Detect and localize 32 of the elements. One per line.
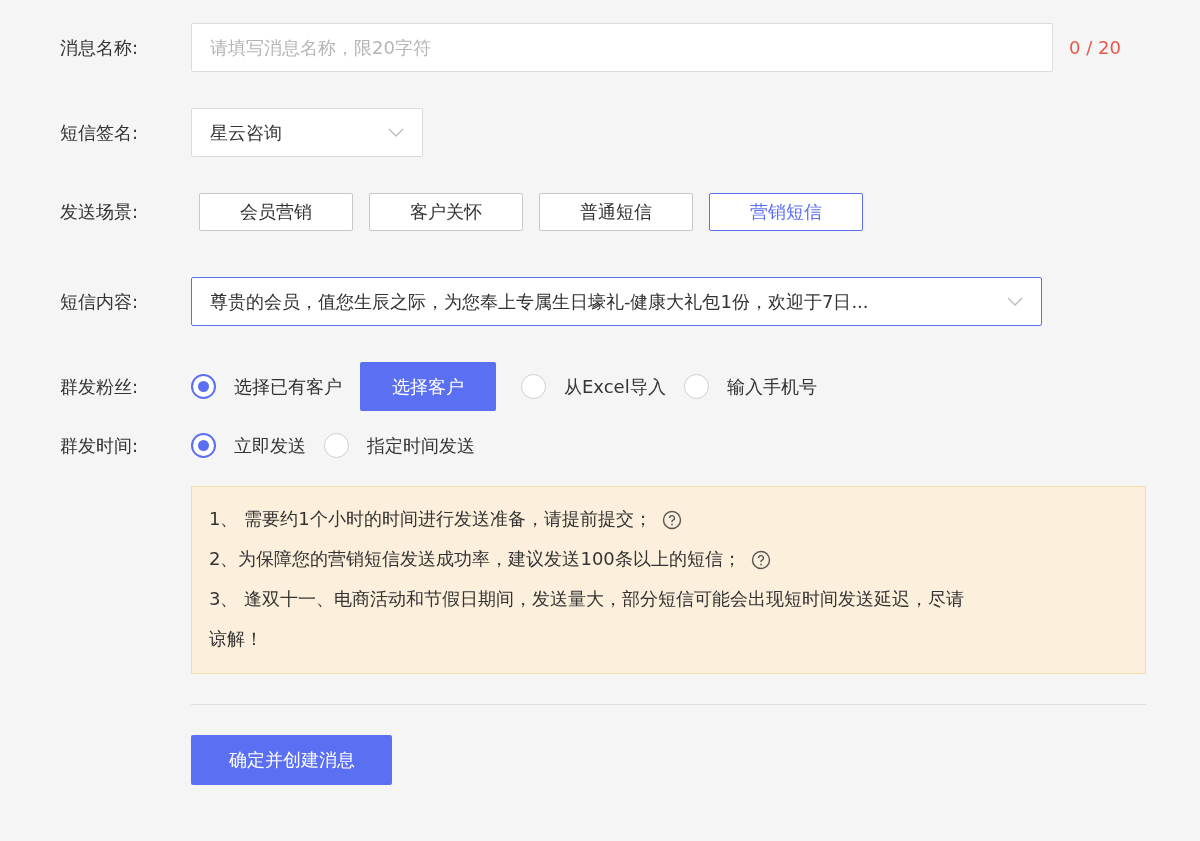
field-label: 群发时间: (60, 433, 140, 458)
scene-option[interactable]: 普通短信 (539, 193, 693, 231)
field-label: 短信签名: (60, 120, 140, 145)
notice-text: 1、 需要约1个小时的时间进行发送准备，请提前提交； (209, 508, 652, 529)
radio-label[interactable]: 立即发送 (234, 433, 306, 458)
radio-label[interactable]: 从Excel导入 (564, 374, 666, 399)
character-counter: 0 / 20 (1069, 37, 1121, 58)
field-label: 消息名称: (60, 35, 140, 60)
scene-option[interactable]: 营销短信 (709, 193, 863, 231)
field-label: 群发粉丝: (60, 374, 140, 399)
content-select[interactable]: 尊贵的会员，值您生辰之际，为您奉上专属生日壕礼-健康大礼包1份，欢迎于7日... (191, 277, 1042, 326)
help-icon[interactable] (750, 550, 771, 570)
create-message-button[interactable]: 确定并创建消息 (191, 735, 392, 785)
chevron-down-icon (388, 127, 404, 138)
message-name-field[interactable]: 请填写消息名称，限20字符 (191, 23, 1053, 72)
radio-label[interactable]: 输入手机号 (726, 374, 817, 399)
notice-text: 3、 逢双十一、电商活动和节假日期间，发送量大，部分短信可能会出现短时间发送延迟，尽请谅解！ (209, 588, 965, 649)
radio-label[interactable]: 选择已有客户 (234, 374, 342, 399)
field-label: 短信内容: (60, 289, 140, 314)
radio-button[interactable] (191, 433, 216, 458)
notice-text: 2、为保障您的营销短信发送成功率，建议发送100条以上的短信； (209, 548, 741, 569)
radio-button[interactable] (191, 374, 216, 399)
help-icon[interactable] (661, 510, 682, 530)
radio-label[interactable]: 指定时间发送 (367, 433, 475, 458)
select-value: 星云咨询 (210, 120, 282, 145)
signature-select[interactable]: 星云咨询 (191, 108, 423, 157)
select-customer-button[interactable]: 选择客户 (360, 362, 496, 411)
scene-option[interactable]: 客户关怀 (369, 193, 523, 231)
scene-option[interactable]: 会员营销 (199, 193, 353, 231)
select-value: 尊贵的会员，值您生辰之际，为您奉上专属生日壕礼-健康大礼包1份，欢迎于7日... (210, 289, 869, 314)
chevron-down-icon (1007, 296, 1023, 307)
field-label: 发送场景: (60, 200, 140, 224)
